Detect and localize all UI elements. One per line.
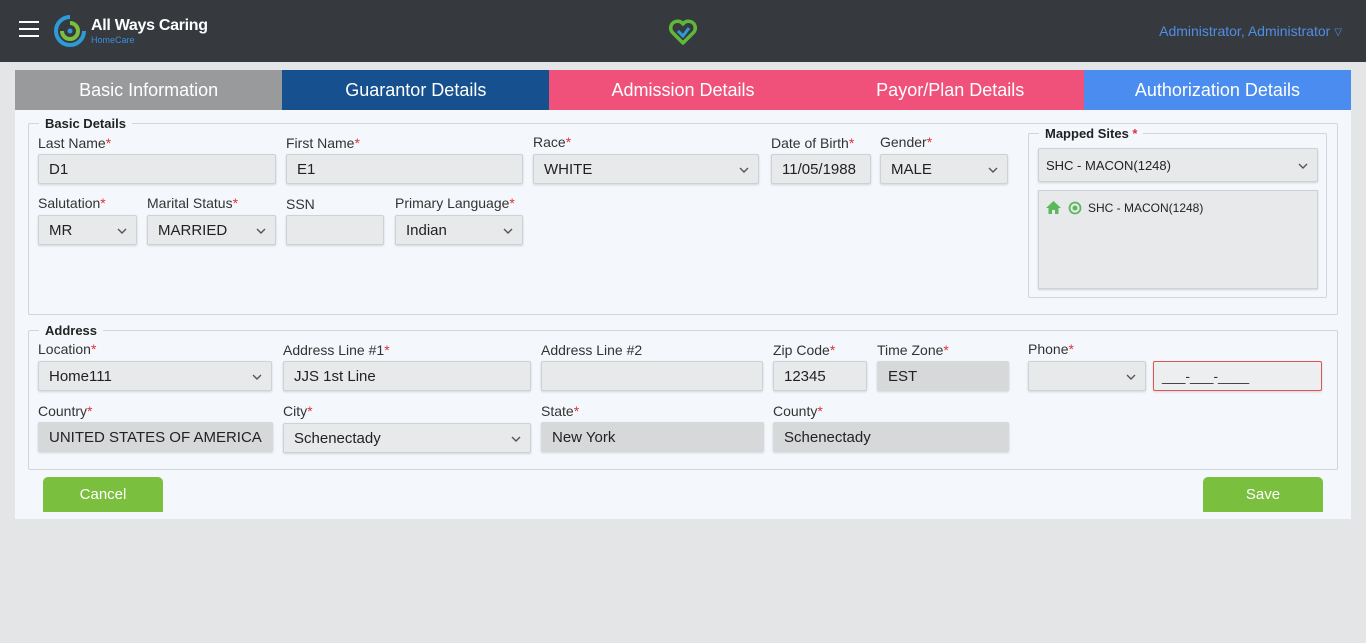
- gender-value: MALE: [891, 161, 932, 178]
- ssn-input[interactable]: [286, 215, 384, 245]
- user-name: Administrator, Administrator: [1159, 23, 1331, 39]
- timezone-label: Time Zone*: [877, 342, 949, 358]
- gender-label: Gender*: [880, 134, 933, 150]
- phone-type-select[interactable]: [1028, 361, 1146, 391]
- ssn-label: SSN: [286, 196, 315, 212]
- state-label: State*: [541, 403, 580, 419]
- tab-admission-details[interactable]: Admission Details: [549, 70, 817, 110]
- brand-swirl-icon: [54, 15, 86, 47]
- gender-select[interactable]: MALE: [880, 154, 1008, 184]
- address-line1-label: Address Line #1*: [283, 342, 390, 358]
- cancel-button[interactable]: Cancel: [43, 477, 163, 512]
- chevron-down-icon: [511, 436, 521, 442]
- chevron-down-icon: [988, 167, 998, 173]
- primary-language-value: Indian: [406, 222, 447, 239]
- brand-subtitle: HomeCare: [91, 35, 135, 45]
- chevron-down-icon: [1126, 374, 1136, 380]
- chevron-down-icon: [739, 167, 749, 173]
- tab-guarantor-details[interactable]: Guarantor Details: [282, 70, 550, 110]
- first-name-label: First Name*: [286, 135, 360, 151]
- brand-logo[interactable]: All Ways Caring HomeCare: [53, 14, 228, 48]
- first-name-input[interactable]: E1: [286, 154, 523, 184]
- dob-label: Date of Birth*: [771, 135, 855, 151]
- mapped-site-label: SHC - MACON(1248): [1088, 200, 1204, 215]
- country-label: Country*: [38, 403, 93, 419]
- city-label: City*: [283, 403, 313, 419]
- save-button[interactable]: Save: [1203, 477, 1323, 512]
- hamburger-menu-icon[interactable]: [19, 21, 39, 37]
- chevron-down-icon: [256, 228, 266, 234]
- salutation-value: MR: [49, 222, 73, 239]
- address-legend: Address: [45, 323, 98, 338]
- race-label: Race*: [533, 134, 572, 150]
- tab-authorization-details[interactable]: Authorization Details: [1083, 70, 1352, 110]
- timezone-field: EST: [877, 361, 1009, 391]
- marital-status-label: Marital Status*: [147, 195, 239, 211]
- location-select[interactable]: Home111: [38, 361, 272, 391]
- race-value: WHITE: [544, 161, 593, 178]
- mapped-sites-value: SHC - MACON(1248): [1046, 158, 1171, 173]
- top-bar: All Ways Caring HomeCare Administrator, …: [0, 0, 1366, 62]
- location-value: Home111: [49, 368, 112, 385]
- mapped-sites-list: SHC - MACON(1248): [1038, 190, 1318, 289]
- basic-details-legend: Basic Details: [45, 116, 126, 131]
- county-label: County*: [773, 403, 823, 419]
- form-content: Basic Details Last Name* D1 First Name* …: [15, 110, 1351, 519]
- phone-number-input[interactable]: ___-___-____: [1153, 361, 1322, 391]
- mapped-sites-legend: Mapped Sites *: [1045, 126, 1138, 141]
- user-menu[interactable]: Administrator, Administrator ▽: [1159, 23, 1342, 39]
- primary-language-select[interactable]: Indian: [395, 215, 523, 245]
- country-field: UNITED STATES OF AMERICA: [38, 422, 273, 452]
- race-select[interactable]: WHITE: [533, 154, 759, 184]
- list-item[interactable]: SHC - MACON(1248): [1045, 200, 1203, 215]
- phone-label: Phone*: [1028, 341, 1074, 357]
- city-value: Schenectady: [294, 430, 381, 447]
- radio-selected-icon[interactable]: [1068, 201, 1082, 215]
- salutation-select[interactable]: MR: [38, 215, 137, 245]
- location-label: Location*: [38, 341, 97, 357]
- last-name-label: Last Name*: [38, 135, 112, 151]
- city-select[interactable]: Schenectady: [283, 423, 531, 453]
- chevron-down-icon: [252, 374, 262, 380]
- primary-language-label: Primary Language*: [395, 195, 515, 211]
- home-icon: [1046, 201, 1061, 214]
- tab-basic-information[interactable]: Basic Information: [15, 70, 283, 110]
- county-field: Schenectady: [773, 422, 1009, 452]
- address-line2-input[interactable]: [541, 361, 763, 391]
- marital-status-select[interactable]: MARRIED: [147, 215, 276, 245]
- brand-name: All Ways Caring: [91, 17, 208, 34]
- marital-status-value: MARRIED: [158, 222, 228, 239]
- heart-logo-icon: [668, 19, 698, 45]
- address-line1-input[interactable]: JJS 1st Line: [283, 361, 531, 391]
- chevron-down-icon: [117, 228, 127, 234]
- mapped-sites-select[interactable]: SHC - MACON(1248): [1038, 148, 1318, 182]
- last-name-input[interactable]: D1: [38, 154, 276, 184]
- chevron-down-icon: [1298, 163, 1308, 169]
- tab-payor-plan-details[interactable]: Payor/Plan Details: [816, 70, 1084, 110]
- chevron-down-icon: [503, 228, 513, 234]
- tab-bar: Basic Information Guarantor Details Admi…: [15, 70, 1352, 110]
- dob-input[interactable]: 11/05/1988: [771, 154, 871, 184]
- salutation-label: Salutation*: [38, 195, 106, 211]
- address-line2-label: Address Line #2: [541, 342, 643, 358]
- caret-down-icon: ▽: [1334, 27, 1342, 38]
- zip-input[interactable]: 12345: [773, 361, 867, 391]
- zip-label: Zip Code*: [773, 342, 836, 358]
- state-field: New York: [541, 422, 764, 452]
